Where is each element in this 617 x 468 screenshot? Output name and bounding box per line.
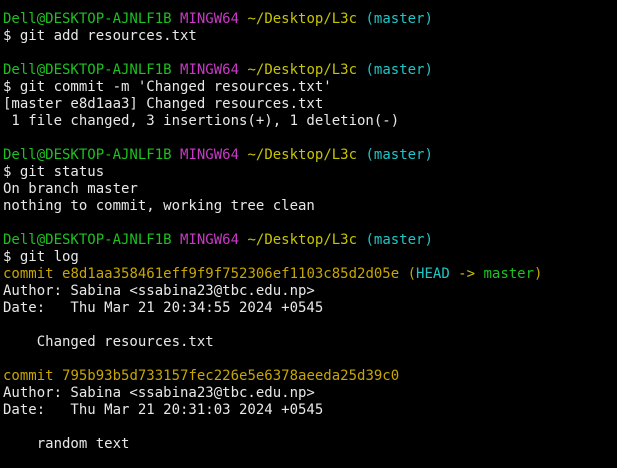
output-line: nothing to commit, working tree clean — [3, 198, 315, 214]
prompt-line: Dell@DESKTOP-AJNLF1B MINGW64 ~/Desktop/L… — [3, 147, 617, 164]
output-line: On branch master — [3, 181, 138, 197]
prompt-branch: (master) — [365, 147, 433, 163]
command-line: $ git status — [3, 164, 105, 180]
commit-line: commit e8d1aa358461eff9f9f752306ef1103c8… — [3, 266, 617, 283]
ref-close: ) — [534, 266, 543, 282]
terminal-window[interactable]: Dell@DESKTOP-AJNLF1B MINGW64 ~/Desktop/L… — [0, 0, 617, 468]
prompt-system: MINGW64 — [180, 232, 240, 248]
prompt-branch: (master) — [365, 11, 433, 27]
commit-message: Changed resources.txt — [3, 334, 214, 350]
prompt-path: ~/Desktop/L3c — [247, 11, 358, 27]
prompt-user: Dell@DESKTOP-AJNLF1B — [3, 232, 172, 248]
ref-branch: master — [483, 266, 535, 282]
commit-hash: 795b93b5d733157fec226e5e6378aeeda25d39c0 — [62, 368, 400, 384]
prompt-system: MINGW64 — [180, 147, 240, 163]
command-line: $ git log — [3, 249, 79, 265]
ref-arrow: -> — [449, 266, 484, 282]
prompt-path: ~/Desktop/L3c — [247, 232, 358, 248]
prompt-branch: (master) — [365, 62, 433, 78]
prompt-line: Dell@DESKTOP-AJNLF1B MINGW64 ~/Desktop/L… — [3, 232, 617, 249]
prompt-branch: (master) — [365, 232, 433, 248]
output-line: [master e8d1aa3] Changed resources.txt — [3, 96, 324, 112]
ref-head: HEAD — [416, 266, 450, 282]
prompt-system: MINGW64 — [180, 62, 240, 78]
prompt-path: ~/Desktop/L3c — [247, 147, 358, 163]
output-line: 1 file changed, 3 insertions(+), 1 delet… — [3, 113, 400, 129]
author-line: Author: Sabina <ssabina23@tbc.edu.np> — [3, 385, 315, 401]
prompt-user: Dell@DESKTOP-AJNLF1B — [3, 147, 172, 163]
commit-message: random text — [3, 436, 130, 452]
prompt-line: Dell@DESKTOP-AJNLF1B MINGW64 ~/Desktop/L… — [3, 11, 617, 28]
commit-prefix: commit — [3, 266, 63, 282]
command-line: $ git add resources.txt — [3, 28, 197, 44]
commit-hash: e8d1aa358461eff9f9f752306ef1103c85d2d05e — [62, 266, 400, 282]
prompt-line: Dell@DESKTOP-AJNLF1B MINGW64 ~/Desktop/L… — [3, 62, 617, 79]
date-line: Date: Thu Mar 21 20:31:03 2024 +0545 — [3, 402, 324, 418]
date-line: Date: Thu Mar 21 20:34:55 2024 +0545 — [3, 300, 324, 316]
prompt-path: ~/Desktop/L3c — [247, 62, 358, 78]
prompt-system: MINGW64 — [180, 11, 240, 27]
commit-prefix: commit — [3, 368, 63, 384]
ref-open: ( — [399, 266, 417, 282]
author-line: Author: Sabina <ssabina23@tbc.edu.np> — [3, 283, 315, 299]
prompt-user: Dell@DESKTOP-AJNLF1B — [3, 62, 172, 78]
prompt-user: Dell@DESKTOP-AJNLF1B — [3, 11, 172, 27]
command-line: $ git commit -m 'Changed resources.txt' — [3, 79, 332, 95]
commit-line: commit 795b93b5d733157fec226e5e6378aeeda… — [3, 368, 617, 385]
